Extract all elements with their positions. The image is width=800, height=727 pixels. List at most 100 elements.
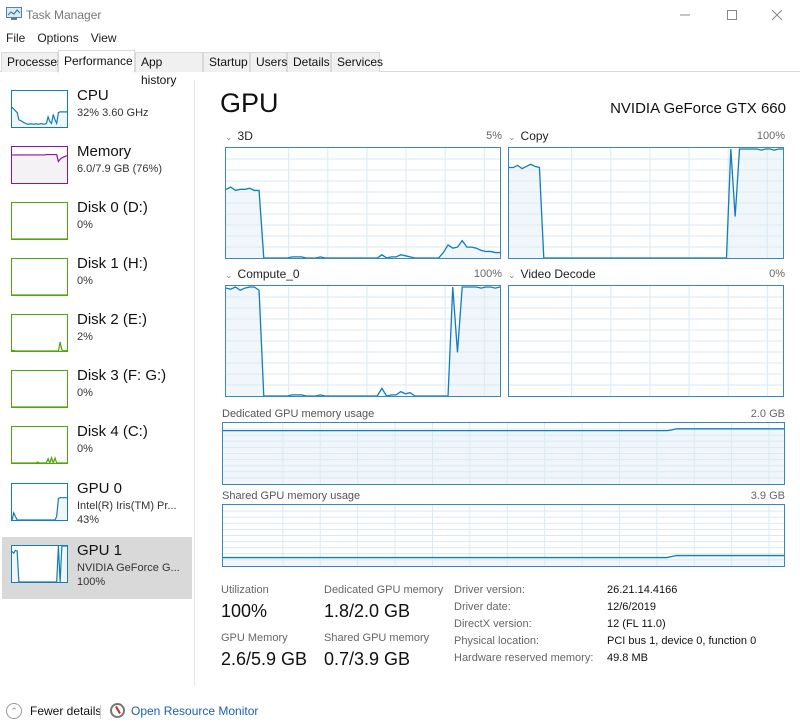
thumbnail-graph xyxy=(11,146,68,184)
shared-memory-graph-max: 3.9 GB xyxy=(750,490,785,502)
page-title: GPU xyxy=(220,88,279,118)
sidebar-item-title: Disk 3 (F: G:) xyxy=(77,367,167,384)
tab-details[interactable]: Details xyxy=(287,52,331,72)
footer: ⌃ Fewer details Open Resource Monitor xyxy=(0,700,800,727)
footer-divider xyxy=(100,705,101,719)
tab-services[interactable]: Services xyxy=(331,52,383,72)
maximize-icon xyxy=(727,10,737,20)
graph-copy-max: 100% xyxy=(756,130,785,142)
sidebar-item-detail: NVIDIA GeForce G... xyxy=(77,562,180,574)
sidebar-item-title: Disk 4 (C:) xyxy=(77,423,148,440)
dedicated-memory-graph-label: Dedicated GPU memory usage xyxy=(222,408,375,420)
graph-video-decode xyxy=(508,285,784,397)
thumbnail-svg xyxy=(12,106,67,127)
sidebar-item-cpu[interactable]: CPU 32% 3.60 GHz xyxy=(2,85,192,141)
graph-svg xyxy=(226,286,500,396)
sidebar-item-disk-0-d[interactable]: Disk 0 (D:) 0% xyxy=(2,197,192,253)
chevron-down-icon: ⌄ xyxy=(508,270,516,280)
sidebar-item-gpu-0[interactable]: GPU 0 Intel(R) Iris(TM) Pr... 43% xyxy=(2,478,192,534)
physical-location-label: Physical location: xyxy=(454,635,539,647)
thumbnail-svg xyxy=(12,341,67,351)
directx-version-label: DirectX version: xyxy=(454,618,532,630)
shared-memory-value: 0.7/3.9 GB xyxy=(324,649,411,669)
sidebar-item-gpu-1[interactable]: GPU 1 NVIDIA GeForce G... 100% xyxy=(2,537,192,599)
graph-compute-label[interactable]: ⌄ Compute_0 xyxy=(225,267,300,281)
graph-3d-max: 5% xyxy=(486,130,502,142)
sidebar-item-title: CPU xyxy=(77,87,109,104)
task-manager-icon xyxy=(6,7,22,20)
sidebar-item-title: Disk 0 (D:) xyxy=(77,199,148,216)
thumbnail-graph xyxy=(11,202,68,240)
thumbnail-svg xyxy=(12,406,67,407)
minimize-button[interactable] xyxy=(662,0,708,30)
tab-app-history[interactable]: App history xyxy=(135,52,203,87)
utilization-value: 100% xyxy=(221,601,268,621)
menu-bar: File Options View xyxy=(0,30,123,50)
dedicated-memory-value: 1.8/2.0 GB xyxy=(324,601,411,621)
thumbnail-graph xyxy=(11,545,68,583)
graph-3d-label[interactable]: ⌄ 3D xyxy=(225,129,253,143)
thumbnail-svg xyxy=(12,546,67,582)
driver-date-label: Driver date: xyxy=(454,601,511,613)
driver-version-label: Driver version: xyxy=(454,584,525,596)
sidebar-item-disk-4-c[interactable]: Disk 4 (C:) 0% xyxy=(2,421,192,477)
sidebar-item-detail: 6.0/7.9 GB (76%) xyxy=(77,163,162,175)
menu-file[interactable]: File xyxy=(0,30,31,50)
chevron-down-icon: ⌄ xyxy=(508,132,516,142)
tab-bar: Processes Performance App history Startu… xyxy=(0,50,800,87)
thumbnail-svg xyxy=(12,497,67,520)
graph-video-decode-label[interactable]: ⌄ Video Decode xyxy=(508,267,596,281)
graph-area-fill xyxy=(223,428,784,484)
thumbnail-svg xyxy=(12,153,67,183)
chevron-up-icon: ⌃ xyxy=(6,703,22,719)
thumbnail-graph xyxy=(11,258,68,296)
resource-monitor-icon xyxy=(110,703,125,718)
sidebar-item-percent: 43% xyxy=(77,514,100,526)
menu-options[interactable]: Options xyxy=(31,30,84,50)
sidebar-item-disk-2-e[interactable]: Disk 2 (E:) 2% xyxy=(2,309,192,365)
physical-location-value: PCI bus 1, device 0, function 0 xyxy=(607,635,757,647)
graph-shared-memory xyxy=(222,504,785,567)
sidebar-item-title: Disk 2 (E:) xyxy=(77,311,148,328)
driver-date-value: 12/6/2019 xyxy=(607,601,656,613)
graph-3d xyxy=(225,147,501,259)
gpu-device-name: NVIDIA GeForce GTX 660 xyxy=(610,100,786,117)
sidebar-item-detail: 0% xyxy=(77,387,93,399)
chevron-down-icon: ⌄ xyxy=(225,270,233,280)
graph-svg xyxy=(226,148,500,258)
graph-video-decode-max: 0% xyxy=(769,268,785,280)
thumbnail-line xyxy=(12,341,67,351)
fewer-details-button[interactable]: ⌃ Fewer details xyxy=(6,703,101,719)
thumbnail-graph xyxy=(11,314,68,352)
menu-view[interactable]: View xyxy=(85,30,123,50)
dedicated-memory-label: Dedicated GPU memory xyxy=(324,584,444,596)
close-button[interactable] xyxy=(754,0,800,30)
sidebar-item-detail: 0% xyxy=(77,219,93,231)
resource-sidebar: CPU 32% 3.60 GHz Memory 6.0/7.9 GB (76%) Dis… xyxy=(0,80,195,686)
sidebar-item-detail: 0% xyxy=(77,443,93,455)
maximize-button[interactable] xyxy=(708,0,756,30)
hardware-reserved-memory-value: 49.8 MB xyxy=(607,652,648,664)
sidebar-item-detail: Intel(R) Iris(TM) Pr... xyxy=(77,500,177,512)
tab-performance[interactable]: Performance xyxy=(58,50,135,73)
shared-memory-label: Shared GPU memory xyxy=(324,632,430,644)
sidebar-item-disk-3-f-g[interactable]: Disk 3 (F: G:) 0% xyxy=(2,365,192,421)
thumbnail-svg xyxy=(12,294,67,295)
thumbnail-svg xyxy=(12,238,67,239)
open-resource-monitor-link[interactable]: Open Resource Monitor xyxy=(110,703,258,718)
graph-copy-label[interactable]: ⌄ Copy xyxy=(508,129,549,143)
thumbnail-graph xyxy=(11,426,68,464)
sidebar-item-disk-1-h[interactable]: Disk 1 (H:) 0% xyxy=(2,253,192,309)
gpu-memory-value: 2.6/5.9 GB xyxy=(221,649,308,669)
graph-copy xyxy=(508,147,784,259)
tab-startup[interactable]: Startup xyxy=(203,52,250,72)
graph-compute-max: 100% xyxy=(473,268,502,280)
driver-version-value: 26.21.14.4166 xyxy=(607,584,678,596)
tab-users[interactable]: Users xyxy=(250,52,287,72)
sidebar-item-title: Memory xyxy=(77,143,132,160)
tab-processes[interactable]: Processes xyxy=(1,52,63,72)
chevron-down-icon: ⌄ xyxy=(225,132,233,142)
sidebar-item-memory[interactable]: Memory 6.0/7.9 GB (76%) xyxy=(2,141,192,197)
minimize-icon xyxy=(680,14,690,16)
thumbnail-graph xyxy=(11,483,68,521)
